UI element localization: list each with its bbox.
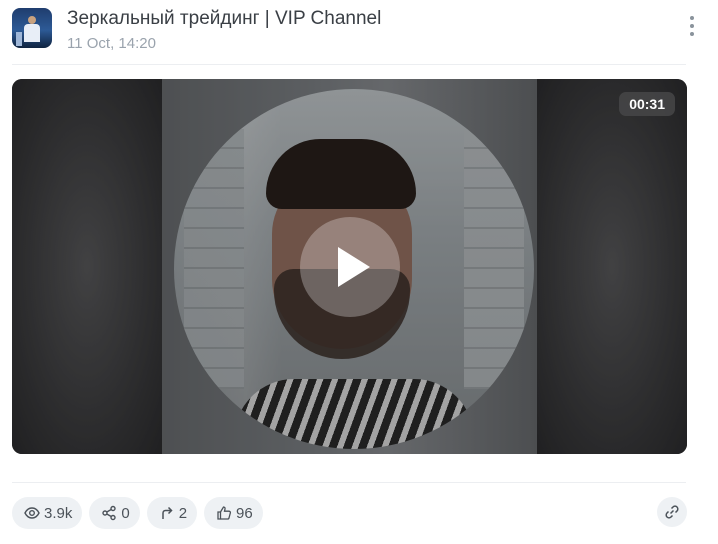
eye-icon xyxy=(24,507,40,519)
forwards-counter[interactable]: 2 xyxy=(146,497,198,529)
channel-title[interactable]: Зеркальный трейдинг | VIP Channel xyxy=(67,8,381,30)
likes-count: 96 xyxy=(236,504,253,522)
play-icon xyxy=(338,247,370,287)
forwards-count: 2 xyxy=(178,504,188,522)
shares-counter[interactable]: 0 xyxy=(89,497,140,529)
play-button[interactable] xyxy=(300,217,400,317)
video-duration-badge: 00:31 xyxy=(619,92,675,116)
divider xyxy=(12,64,686,65)
post-stats: 3.9k 0 2 96 xyxy=(12,497,263,529)
thumbs-up-icon xyxy=(217,506,232,520)
views-counter[interactable]: 3.9k xyxy=(12,497,83,529)
kebab-menu-icon[interactable] xyxy=(686,16,698,40)
share-icon xyxy=(102,505,117,521)
kebab-dot xyxy=(690,16,694,20)
views-count: 3.9k xyxy=(44,504,73,522)
post-header: Зеркальный трейдинг | VIP Channel 11 Oct… xyxy=(12,6,702,56)
forward-arrow-icon xyxy=(161,506,173,519)
kebab-dot xyxy=(690,32,694,36)
divider xyxy=(12,482,686,483)
likes-counter[interactable]: 96 xyxy=(204,497,263,529)
channel-avatar[interactable] xyxy=(12,8,52,48)
kebab-dot xyxy=(690,24,694,28)
avatar-figure-head xyxy=(28,16,36,24)
avatar-stand xyxy=(16,32,22,46)
avatar-figure-body xyxy=(24,24,40,42)
copy-link-button[interactable] xyxy=(657,497,687,527)
post-date: 11 Oct, 14:20 xyxy=(67,35,156,52)
link-icon xyxy=(665,505,679,519)
video-player[interactable]: 00:31 xyxy=(12,79,687,454)
shares-count: 0 xyxy=(121,504,130,522)
